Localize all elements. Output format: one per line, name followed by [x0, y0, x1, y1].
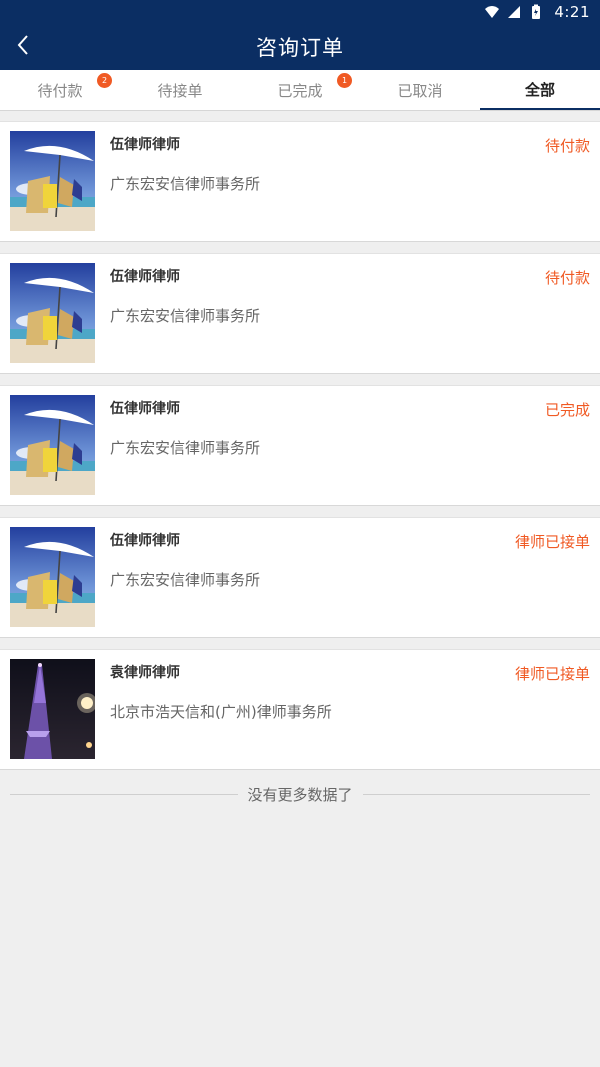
tab-pending-accept[interactable]: 待接单	[120, 70, 240, 110]
firm-name: 广东宏安信律师事务所	[110, 307, 261, 325]
order-card[interactable]: 伍律师律师 广东宏安信律师事务所 待付款	[0, 121, 600, 242]
order-info: 伍律师律师 广东宏安信律师事务所	[110, 518, 600, 590]
order-card[interactable]: 伍律师律师 广东宏安信律师事务所 律师已接单	[0, 517, 600, 638]
tab-all[interactable]: 全部	[480, 70, 600, 110]
beach-image	[10, 527, 95, 627]
order-info: 伍律师律师 广东宏安信律师事务所	[110, 254, 600, 326]
lawyer-name: 伍律师律师	[110, 269, 180, 285]
tab-label: 已完成	[277, 81, 323, 100]
list-end-indicator: 没有更多数据了	[10, 782, 591, 806]
beach-image	[10, 131, 95, 231]
order-card[interactable]: 伍律师律师 广东宏安信律师事务所 待付款	[0, 253, 600, 374]
order-info: 袁律师律师 北京市浩天信和(广州)律师事务所	[110, 650, 600, 722]
order-list: 伍律师律师 广东宏安信律师事务所 待付款 伍律师律师 广东宏安信律师事务所 待付…	[0, 111, 600, 770]
page-title: 咨询订单	[256, 36, 344, 60]
order-status: 已完成	[544, 401, 590, 419]
tab-label: 待付款	[37, 81, 83, 100]
beach-image	[10, 395, 95, 495]
back-arrow-icon	[16, 34, 30, 60]
lawyer-name: 伍律师律师	[110, 401, 180, 417]
battery-icon	[528, 4, 544, 20]
order-info: 伍律师律师 广东宏安信律师事务所	[110, 122, 600, 194]
tab-label: 待接单	[157, 81, 203, 100]
firm-name: 广东宏安信律师事务所	[110, 439, 261, 457]
beach-image	[10, 263, 95, 363]
divider	[362, 793, 591, 795]
divider	[10, 793, 238, 795]
tab-badge: 1	[337, 73, 352, 88]
tab-bar: 待付款 2 待接单 已完成 1 已取消 全部	[0, 70, 600, 111]
order-card[interactable]: 袁律师律师 北京市浩天信和(广州)律师事务所 律师已接单	[0, 649, 600, 770]
wifi-icon	[484, 4, 500, 20]
back-button[interactable]	[8, 24, 38, 70]
tab-completed[interactable]: 已完成 1	[240, 70, 360, 110]
order-status: 待付款	[544, 269, 590, 287]
order-status: 律师已接单	[514, 533, 590, 551]
tab-badge: 2	[97, 73, 112, 88]
order-info: 伍律师律师 广东宏安信律师事务所	[110, 386, 600, 458]
tab-label: 已取消	[397, 81, 443, 100]
firm-name: 广东宏安信律师事务所	[110, 571, 261, 589]
tab-pending-payment[interactable]: 待付款 2	[0, 70, 120, 110]
tab-label: 全部	[524, 80, 555, 99]
header: 咨询订单	[0, 24, 600, 70]
signal-icon	[506, 4, 522, 20]
status-time: 4:21	[554, 3, 590, 21]
firm-name: 北京市浩天信和(广州)律师事务所	[110, 703, 332, 721]
firm-name: 广东宏安信律师事务所	[110, 175, 261, 193]
order-status: 待付款	[544, 137, 590, 155]
order-status: 律师已接单	[514, 665, 590, 683]
lawyer-name: 伍律师律师	[110, 137, 180, 153]
order-card[interactable]: 伍律师律师 广东宏安信律师事务所 已完成	[0, 385, 600, 506]
status-bar: 4:21	[0, 0, 600, 24]
no-more-data-text: 没有更多数据了	[247, 785, 353, 804]
tower-image	[10, 659, 95, 759]
tab-cancelled[interactable]: 已取消	[360, 70, 480, 110]
